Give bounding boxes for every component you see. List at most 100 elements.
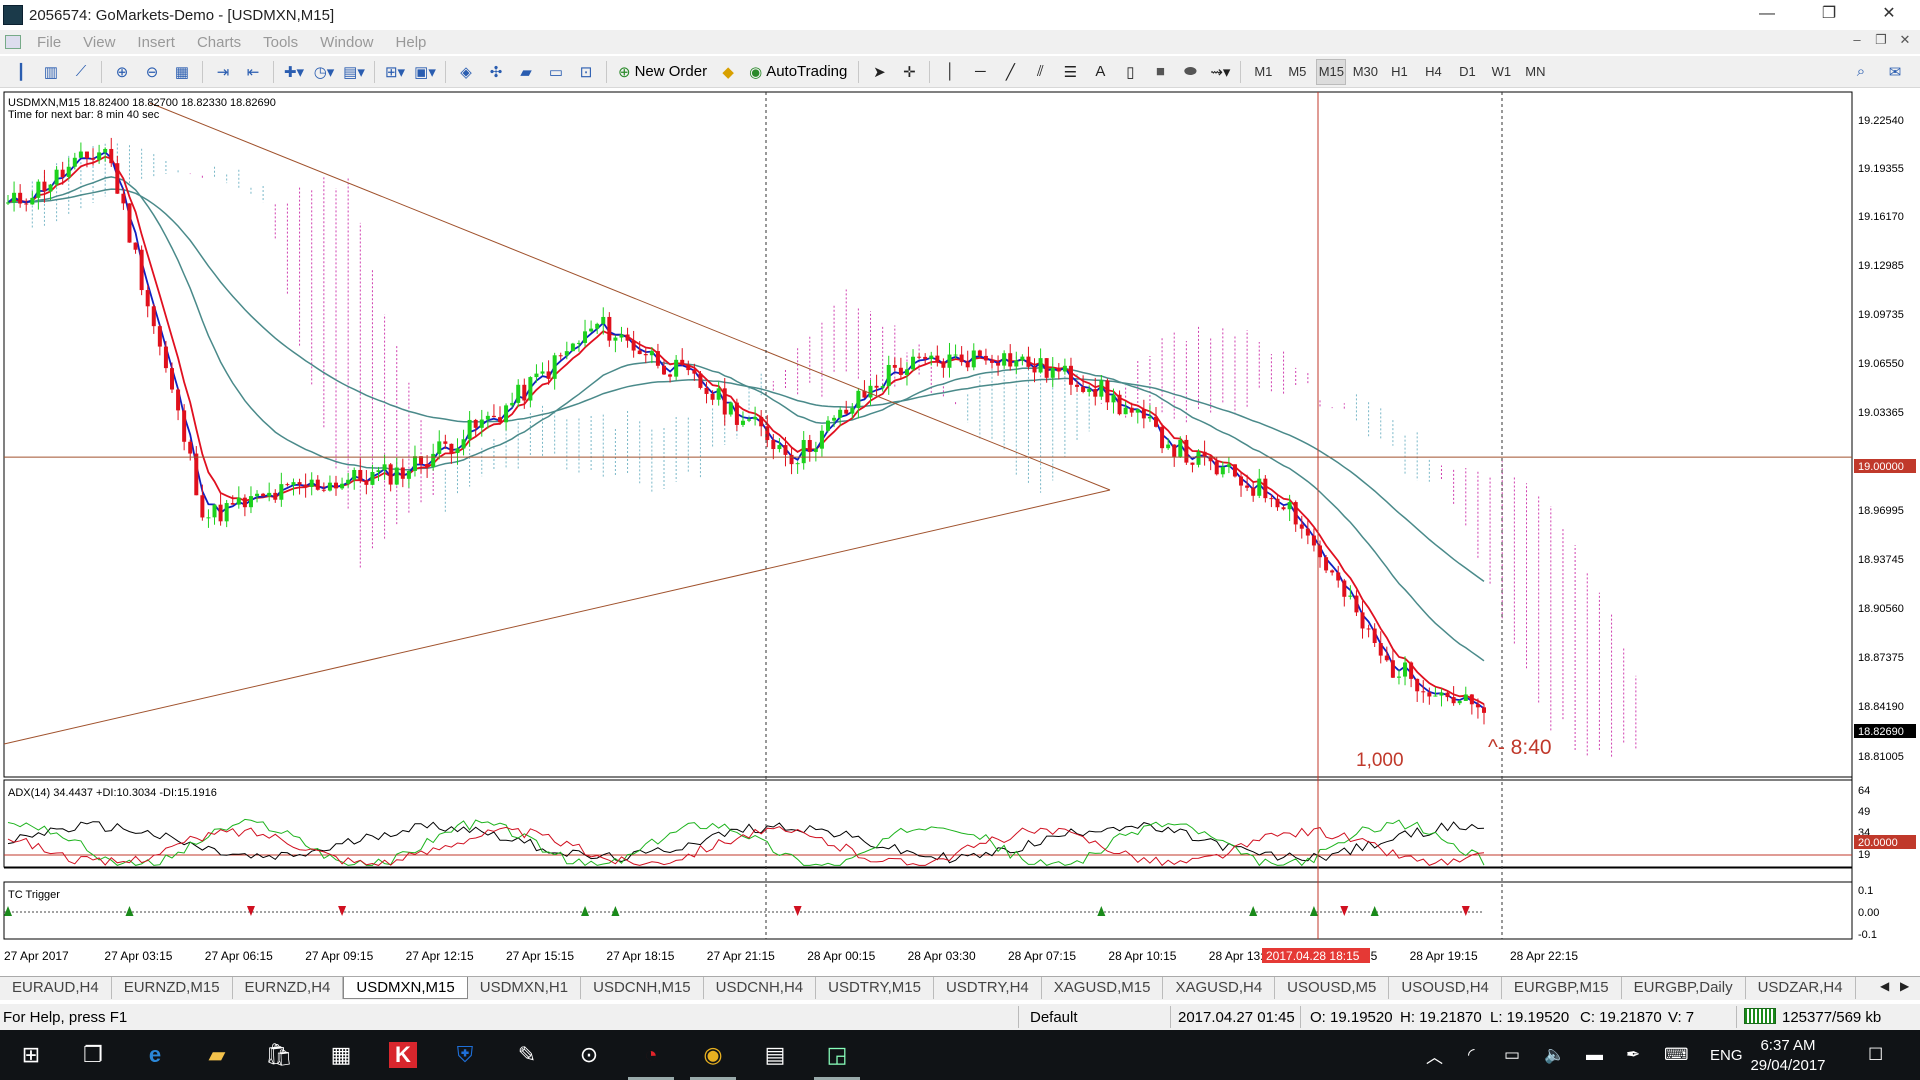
menu-tools[interactable]: Tools (252, 34, 309, 51)
search-icon[interactable]: ⌕ (1848, 59, 1874, 85)
tab-usdzar-h4[interactable]: USDZAR,H4 (1746, 977, 1856, 999)
tab-usdcnh-h4[interactable]: USDCNH,H4 (704, 977, 817, 999)
timeframe-h4[interactable]: H4 (1418, 59, 1448, 85)
templates-icon[interactable]: ▤▾ (341, 59, 367, 85)
tab-usdtry-m15[interactable]: USDTRY,M15 (816, 977, 934, 999)
menu-window[interactable]: Window (309, 34, 384, 51)
edge-browser-icon[interactable]: e (124, 1030, 186, 1080)
close-button[interactable]: ✕ (1866, 0, 1912, 30)
chart-shift-icon[interactable]: ⇤ (240, 59, 266, 85)
auto-scroll-icon[interactable]: ⇥ (210, 59, 236, 85)
new-order-button[interactable]: ⊕ New Order (614, 59, 711, 85)
tab-usdmxn-m15[interactable]: USDMXN,M15 (343, 977, 468, 999)
menu-insert[interactable]: Insert (126, 34, 186, 51)
battery-icon[interactable]: ▬ (1586, 1030, 1603, 1080)
trading-app-icon[interactable]: ◔ (620, 1030, 682, 1080)
windows-start-icon[interactable]: ⊞ (0, 1030, 62, 1080)
text-tool-icon[interactable]: A (1087, 59, 1113, 85)
mdi-close-button[interactable]: ✕ (1894, 32, 1916, 48)
vertical-line-icon[interactable]: │ (937, 59, 963, 85)
camera-icon[interactable]: ⊙ (558, 1030, 620, 1080)
gomarkets-terminal-icon[interactable]: ◲ (806, 1030, 868, 1080)
timeframe-m30[interactable]: M30 (1350, 59, 1380, 85)
bar-chart-icon[interactable]: ┃ (8, 59, 34, 85)
arrows-icon[interactable]: ⇝▾ (1207, 59, 1233, 85)
security-shield-icon[interactable]: ⛨ (434, 1030, 496, 1080)
minimize-button[interactable]: — (1744, 0, 1790, 30)
tab-eurnzd-m15[interactable]: EURNZD,M15 (112, 977, 233, 999)
tab-euraud-h4[interactable]: EURAUD,H4 (0, 977, 112, 999)
candlestick-icon[interactable]: ▥ (38, 59, 64, 85)
tab-eurgbp-daily[interactable]: EURGBP,Daily (1622, 977, 1746, 999)
horizontal-line-icon[interactable]: ─ (967, 59, 993, 85)
language-indicator[interactable]: ENG (1710, 1030, 1743, 1080)
store-icon[interactable]: 🛍 (248, 1030, 310, 1080)
tabs-scroll-left[interactable]: ◀ (1880, 979, 1889, 993)
timeframe-w1[interactable]: W1 (1486, 59, 1516, 85)
rectangle-icon[interactable]: ■ (1147, 59, 1173, 85)
menu-file[interactable]: File (26, 34, 72, 51)
fibonacci-icon[interactable]: ☰ (1057, 59, 1083, 85)
new-chart-icon[interactable]: ⊞▾ (382, 59, 408, 85)
tab-xagusd-m15[interactable]: XAGUSD,M15 (1042, 977, 1164, 999)
kaspersky-icon[interactable]: K (372, 1030, 434, 1080)
chart-window[interactable]: USDMXN,M15 18.82400 18.82700 18.82330 18… (0, 90, 1920, 976)
tab-eurgbp-m15[interactable]: EURGBP,M15 (1502, 977, 1622, 999)
tray-chevron-icon[interactable]: ︿ (1426, 1030, 1443, 1080)
profiles-icon[interactable]: ▣▾ (412, 59, 438, 85)
tab-usousd-h4[interactable]: USOUSD,H4 (1389, 977, 1502, 999)
zoom-in-icon[interactable]: ⊕ (109, 59, 135, 85)
notifications-icon[interactable]: ☐ (1868, 1030, 1883, 1080)
tile-windows-icon[interactable]: ▦ (169, 59, 195, 85)
strategy-tester-icon[interactable]: ⊡ (573, 59, 599, 85)
crosshair-icon[interactable]: ✛ (896, 59, 922, 85)
calculator-icon[interactable]: ▦ (310, 1030, 372, 1080)
status-profile[interactable]: Default (1030, 1009, 1078, 1026)
ellipse-icon[interactable]: ⬬ (1177, 59, 1203, 85)
autotrading-button[interactable]: ◉ AutoTrading (745, 59, 851, 85)
trendline-icon[interactable]: ╱ (997, 59, 1023, 85)
task-view-icon[interactable]: ❐ (62, 1030, 124, 1080)
timeframe-h1[interactable]: H1 (1384, 59, 1414, 85)
menu-help[interactable]: Help (385, 34, 438, 51)
pen-icon[interactable]: ✒ (1626, 1030, 1640, 1080)
chart-canvas[interactable]: USDMXN,M15 18.82400 18.82700 18.82330 18… (0, 90, 1920, 976)
tab-usdtry-h4[interactable]: USDTRY,H4 (934, 977, 1042, 999)
terminal-icon[interactable]: ▭ (543, 59, 569, 85)
timeframe-m15[interactable]: M15 (1316, 58, 1347, 85)
storage-icon[interactable]: ▭ (1504, 1030, 1520, 1080)
file-explorer-icon[interactable]: ▰ (186, 1030, 248, 1080)
chart-window-icon[interactable] (5, 35, 21, 49)
folder-icon[interactable]: ▰ (513, 59, 539, 85)
chrome-icon[interactable]: ◉ (682, 1030, 744, 1080)
navigator-icon[interactable]: ✣ (483, 59, 509, 85)
keyboard-icon[interactable]: ⌨ (1664, 1030, 1689, 1080)
timeframe-mn[interactable]: MN (1520, 59, 1550, 85)
paint-icon[interactable]: ✎ (496, 1030, 558, 1080)
timeframe-d1[interactable]: D1 (1452, 59, 1482, 85)
mdi-minimize-button[interactable]: – (1846, 32, 1868, 47)
market-watch-icon[interactable]: ◈ (453, 59, 479, 85)
chat-icon[interactable]: ✉ (1882, 59, 1908, 85)
wifi-icon[interactable]: ◜ (1468, 1030, 1475, 1080)
volume-icon[interactable]: 🔈 (1544, 1030, 1565, 1080)
zoom-out-icon[interactable]: ⊖ (139, 59, 165, 85)
periods-icon[interactable]: ◷▾ (311, 59, 337, 85)
indicators-icon[interactable]: ✚▾ (281, 59, 307, 85)
mdi-restore-button[interactable]: ❐ (1870, 32, 1892, 48)
cursor-icon[interactable]: ➤ (866, 59, 892, 85)
menu-charts[interactable]: Charts (186, 34, 252, 51)
line-chart-icon[interactable]: ⟋ (68, 59, 94, 85)
timeframe-m1[interactable]: M1 (1248, 59, 1278, 85)
timeframe-m5[interactable]: M5 (1282, 59, 1312, 85)
text-label-icon[interactable]: ▯ (1117, 59, 1143, 85)
tab-eurnzd-h4[interactable]: EURNZD,H4 (233, 977, 344, 999)
tabs-scroll-right[interactable]: ▶ (1900, 979, 1909, 993)
tab-usdcnh-m15[interactable]: USDCNH,M15 (581, 977, 704, 999)
connection-icon[interactable] (1744, 1008, 1776, 1024)
menu-view[interactable]: View (72, 34, 126, 51)
tab-usousd-m5[interactable]: USOUSD,M5 (1275, 977, 1390, 999)
network-share-icon[interactable]: ▤ (744, 1030, 806, 1080)
tab-usdmxn-h1[interactable]: USDMXN,H1 (468, 977, 582, 999)
restore-button[interactable]: ❐ (1806, 0, 1852, 30)
